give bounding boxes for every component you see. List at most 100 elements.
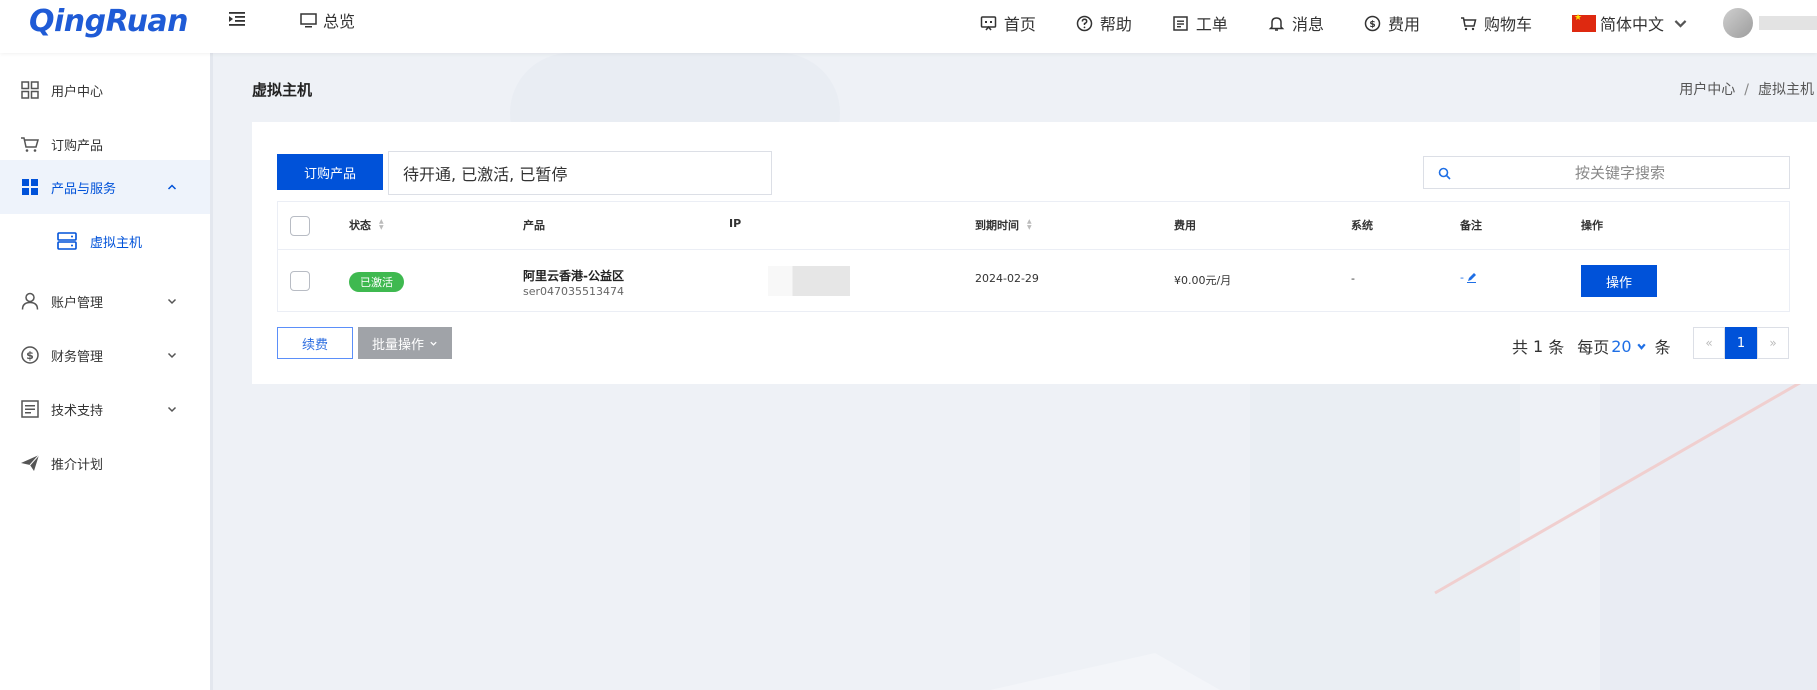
username-redacted — [1759, 16, 1817, 30]
column-expiry-label: 到期时间 — [975, 219, 1019, 232]
column-status-label: 状态 — [349, 219, 371, 232]
fee-value: ¥0.00元/月 — [1174, 274, 1232, 287]
sidebar-item-label: 账户管理 — [51, 295, 104, 311]
avatar — [1723, 8, 1753, 38]
nav-cart[interactable]: 购物车 — [1460, 11, 1532, 35]
sidebar-item-label: 用户中心 — [51, 84, 104, 100]
nav-ticket[interactable]: 工单 — [1172, 11, 1228, 35]
chevron-down-icon — [1674, 19, 1687, 28]
language-selector[interactable]: 简体中文 — [1571, 11, 1689, 35]
language-label: 简体中文 — [1599, 15, 1664, 34]
column-note-label: 备注 — [1460, 219, 1482, 232]
column-expiry[interactable]: 到期时间 ▲ ▼ — [975, 217, 1032, 233]
breadcrumb-separator: / — [1744, 82, 1749, 98]
per-page-value: 20 — [1611, 336, 1632, 356]
prev-page-button[interactable]: « — [1693, 327, 1725, 359]
sidebar-item-account-management[interactable]: 账户管理 — [0, 274, 210, 328]
breadcrumb-user-center[interactable]: 用户中心 — [1679, 82, 1735, 98]
column-system: 系统 — [1351, 217, 1373, 233]
column-product: 产品 — [523, 217, 545, 233]
nav-messages-label: 消息 — [1291, 15, 1324, 34]
breadcrumb: 用户中心 / 虚拟主机 — [1679, 79, 1814, 99]
nav-messages[interactable]: 消息 — [1268, 11, 1324, 35]
chevron-down-icon[interactable] — [166, 349, 178, 361]
note-value: - — [1460, 271, 1464, 284]
sidebar-item-user-center[interactable]: 用户中心 — [0, 63, 210, 117]
monitor-icon — [300, 12, 317, 27]
menu-toggle-icon[interactable] — [228, 10, 246, 28]
order-product-button[interactable]: 订购产品 — [277, 154, 383, 190]
column-product-label: 产品 — [523, 219, 545, 232]
pagination-info: 共 1 条 每页 20 条 — [1512, 334, 1671, 358]
user-menu[interactable] — [1723, 8, 1817, 38]
nav-help-label: 帮助 — [1099, 15, 1132, 34]
row-checkbox[interactable] — [290, 271, 310, 291]
keyword-search-box[interactable] — [1423, 156, 1790, 189]
search-icon — [1438, 167, 1451, 180]
search-input[interactable] — [1460, 157, 1780, 188]
total-prefix: 共 — [1512, 338, 1529, 357]
column-status[interactable]: 状态 ▲ ▼ — [349, 217, 384, 233]
nav-help[interactable]: 帮助 — [1076, 11, 1132, 35]
server-icon — [57, 232, 77, 250]
select-all-checkbox[interactable] — [290, 216, 310, 236]
status-filter-select[interactable]: 待开通, 已激活, 已暂停 — [388, 151, 772, 195]
status-badge: 已激活 — [349, 272, 404, 292]
product-table: 状态 ▲ ▼ 产品 IP 到期时间 ▲ ▼ 费用 系统 备注 操作 已激活 阿里云香港-… — [277, 201, 1790, 312]
overview-link[interactable]: 总览 — [300, 8, 355, 32]
dollar-icon: $ — [21, 346, 39, 364]
renew-button[interactable]: 续费 — [277, 327, 353, 359]
dollar-icon: $ — [1364, 15, 1381, 31]
sidebar-item-label: 财务管理 — [51, 349, 104, 365]
home-icon — [980, 15, 997, 30]
sidebar-item-label: 订购产品 — [51, 138, 104, 154]
chevron-down-icon — [430, 341, 437, 346]
sort-icon[interactable]: ▲ ▼ — [1027, 219, 1032, 231]
chevron-up-icon[interactable] — [166, 181, 178, 193]
total-count: 1 — [1533, 336, 1544, 356]
chevron-down-icon[interactable] — [166, 295, 178, 307]
apps-icon — [22, 179, 38, 195]
document-icon — [21, 400, 39, 418]
svg-text:$: $ — [1369, 20, 1375, 30]
page-1-button[interactable]: 1 — [1725, 327, 1757, 359]
user-icon — [21, 292, 39, 310]
system-value: - — [1351, 272, 1355, 285]
sidebar-item-tech-support[interactable]: 技术支持 — [0, 382, 210, 436]
chevron-down-icon[interactable] — [166, 403, 178, 415]
table-header: 状态 ▲ ▼ 产品 IP 到期时间 ▲ ▼ 费用 系统 备注 操作 — [278, 202, 1789, 250]
per-page-suffix: 条 — [1654, 338, 1671, 357]
product-name[interactable]: 阿里云香港-公益区 — [523, 267, 624, 284]
sidebar-item-label: 虚拟主机 — [90, 235, 143, 251]
paper-plane-icon — [21, 454, 40, 471]
column-system-label: 系统 — [1351, 219, 1373, 232]
batch-operation-button[interactable]: 批量操作 — [358, 327, 452, 359]
china-flag-icon — [1571, 13, 1596, 32]
column-fee-label: 费用 — [1174, 219, 1196, 232]
total-suffix: 条 — [1548, 338, 1565, 357]
sort-icon[interactable]: ▲ ▼ — [379, 219, 384, 231]
nav-billing[interactable]: $ 费用 — [1364, 11, 1420, 35]
sidebar-panel: 用户中心订购产品产品与服务虚拟主机账户管理 $ 财务管理技术支持 推介计划 — [0, 53, 210, 690]
sidebar-item-products-services[interactable]: 产品与服务 — [0, 160, 210, 214]
sidebar-item-label: 产品与服务 — [51, 181, 117, 197]
nav-home[interactable]: 首页 — [980, 11, 1036, 35]
column-ip: IP — [729, 217, 741, 230]
svg-text:$: $ — [26, 349, 34, 362]
page-title: 虚拟主机 — [252, 81, 313, 99]
column-action: 操作 — [1581, 217, 1603, 233]
per-page-prefix: 每页 — [1577, 338, 1610, 357]
note-cell[interactable]: - — [1460, 271, 1477, 284]
per-page-select[interactable]: 20 — [1611, 337, 1646, 356]
next-page-button[interactable]: » — [1757, 327, 1789, 359]
edit-icon[interactable] — [1466, 272, 1477, 283]
table-row: 已激活 阿里云香港-公益区 ser047035513474 2024-02-29… — [278, 250, 1789, 312]
column-fee: 费用 — [1174, 217, 1196, 233]
column-ip-label: IP — [729, 217, 742, 230]
sidebar-item-referral-program[interactable]: 推介计划 — [0, 436, 210, 490]
row-action-button[interactable]: 操作 — [1581, 265, 1657, 297]
sidebar-item-finance-management[interactable]: $ 财务管理 — [0, 328, 210, 382]
top-navbar: QingRuan 总览 首页 帮助 工单 消息 $ 费用 购物车 ★ 简体中文 — [0, 0, 1817, 53]
logo[interactable]: QingRuan — [29, 4, 189, 39]
sidebar-item-virtual-host[interactable]: 虚拟主机 — [0, 214, 210, 268]
